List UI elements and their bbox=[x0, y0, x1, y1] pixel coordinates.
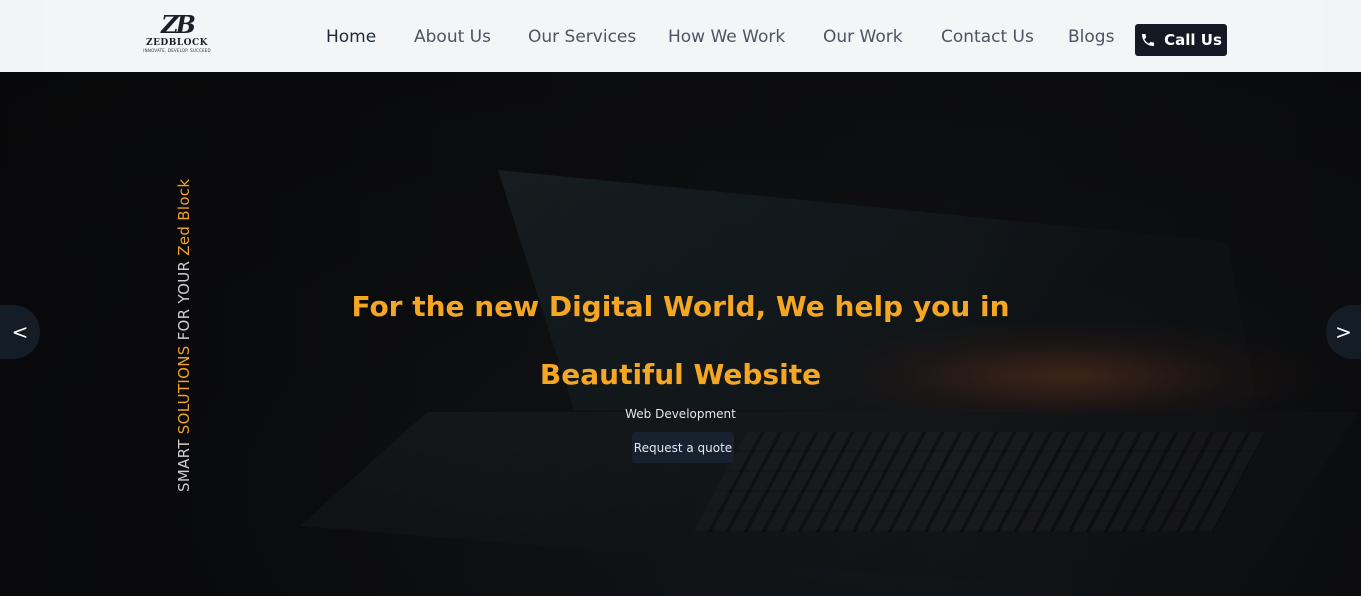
nav-item-how-we-work[interactable]: How We Work bbox=[668, 27, 785, 47]
phone-icon bbox=[1140, 32, 1156, 48]
nav-item-about-us[interactable]: About Us bbox=[414, 27, 491, 47]
hero-headline-line2: Beautiful Website bbox=[539, 358, 822, 391]
logo-name: ZEDBLOCK bbox=[146, 38, 208, 48]
chevron-right-icon: > bbox=[1335, 320, 1352, 344]
brand-logo[interactable]: ZB ZEDBLOCK INNOVATE. DEVELOP. SUCCEED bbox=[138, 12, 216, 58]
top-navbar: ZB ZEDBLOCK INNOVATE. DEVELOP. SUCCEED H… bbox=[0, 0, 1361, 72]
request-quote-button[interactable]: Request a quote bbox=[632, 432, 734, 463]
logo-tagline: INNOVATE. DEVELOP. SUCCEED bbox=[143, 48, 211, 53]
call-us-button[interactable]: Call Us bbox=[1135, 24, 1227, 56]
logo-mark: ZB bbox=[161, 10, 196, 39]
vertical-slogan: SMART SOLUTIONS FOR YOUR Zed Block bbox=[175, 179, 195, 492]
hero-subtitle: Web Development bbox=[625, 407, 736, 421]
call-us-label: Call Us bbox=[1164, 31, 1222, 49]
nav-item-contact-us[interactable]: Contact Us bbox=[941, 27, 1034, 47]
hero-overlay bbox=[0, 72, 1361, 596]
slogan-part-smart: SMART bbox=[175, 434, 193, 492]
hero-headline-line1: For the new Digital World, We help you i… bbox=[351, 290, 1010, 323]
nav-item-our-services[interactable]: Our Services bbox=[528, 27, 636, 47]
slogan-part-zed-block: Zed Block bbox=[175, 178, 193, 256]
nav-item-blogs[interactable]: Blogs bbox=[1068, 27, 1114, 47]
nav-item-our-work[interactable]: Our Work bbox=[823, 27, 903, 47]
hero-slider: SMART SOLUTIONS FOR YOUR Zed Block For t… bbox=[0, 72, 1361, 596]
chevron-left-icon: < bbox=[11, 320, 29, 344]
nav-item-home[interactable]: Home bbox=[326, 27, 376, 47]
